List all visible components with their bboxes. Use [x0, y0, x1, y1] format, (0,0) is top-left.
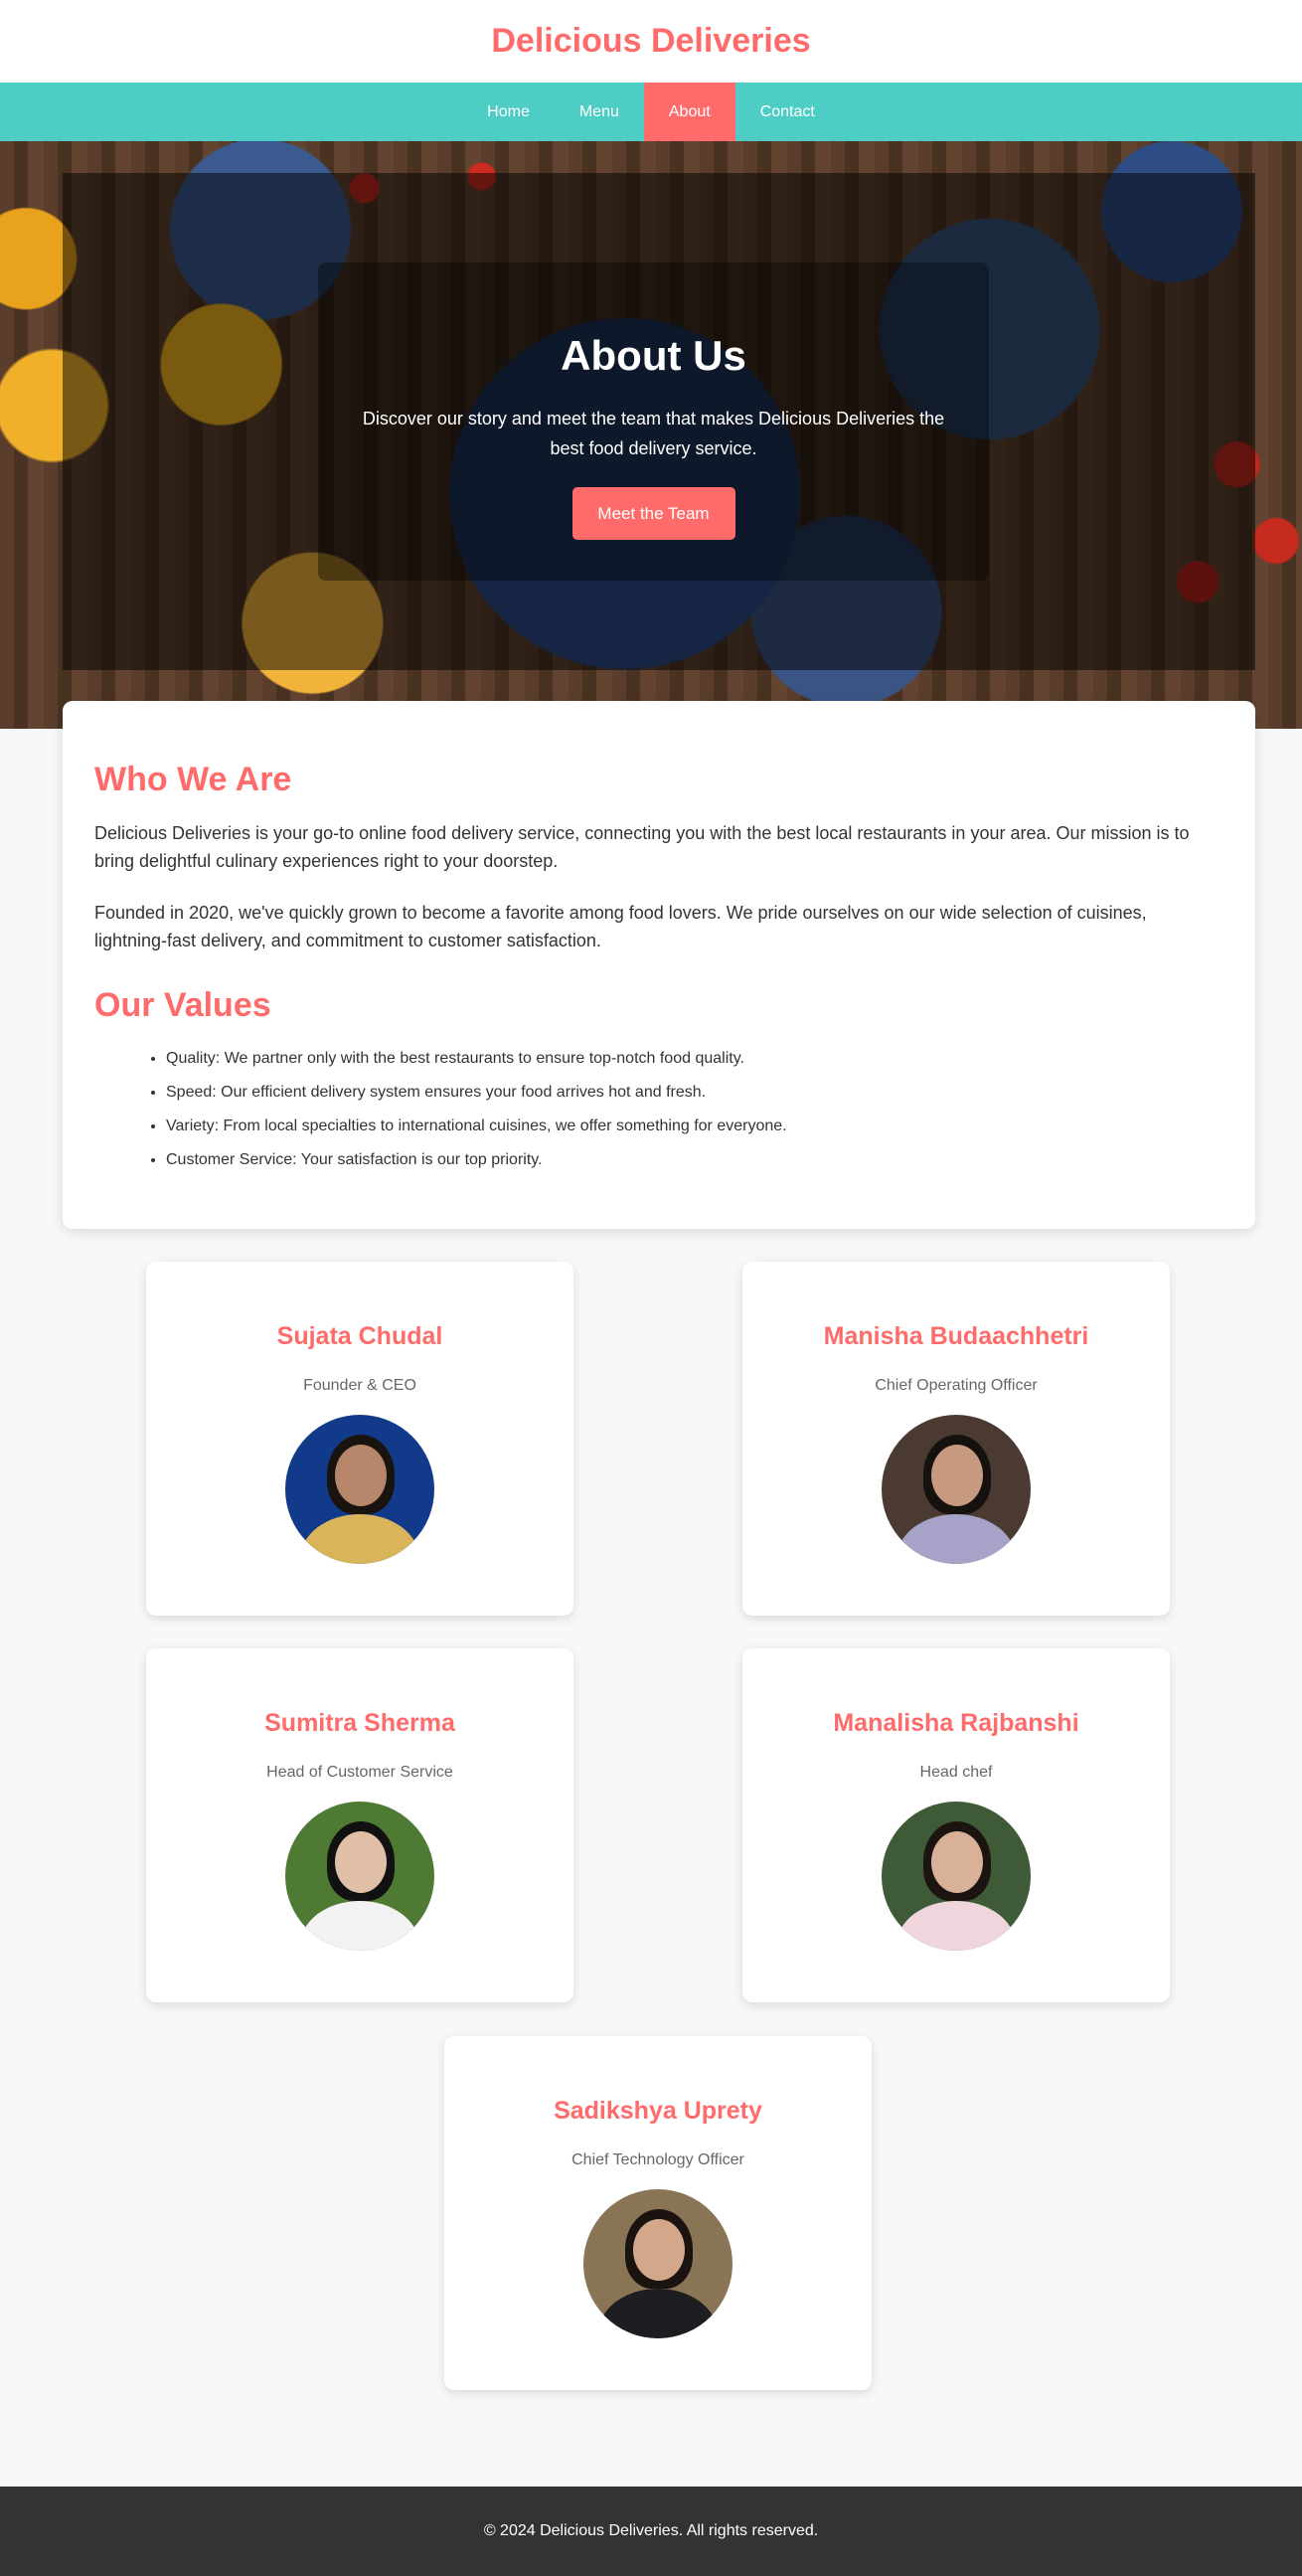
- member-name: Manalisha Rajbanshi: [833, 1709, 1079, 1737]
- footer-copyright: © 2024 Delicious Deliveries. All rights …: [483, 2522, 819, 2539]
- list-item: Variety: From local specialties to inter…: [166, 1116, 1223, 1136]
- member-role: Chief Operating Officer: [875, 1377, 1038, 1394]
- site-header: Delicious Deliveries: [0, 0, 1302, 83]
- nav-about[interactable]: About: [643, 83, 735, 141]
- nav-home[interactable]: Home: [462, 83, 555, 141]
- member-role: Head of Customer Service: [266, 1764, 453, 1781]
- team-card: Sujata Chudal Founder & CEO: [146, 1262, 573, 1616]
- team-card: Sadikshya Uprety Chief Technology Office…: [444, 2036, 872, 2390]
- member-name: Sadikshya Uprety: [554, 2097, 762, 2125]
- nav-menu[interactable]: Menu: [555, 83, 644, 141]
- team-card: Manalisha Rajbanshi Head chef: [742, 1648, 1170, 2002]
- nav-contact[interactable]: Contact: [735, 83, 840, 141]
- avatar: [285, 1415, 434, 1564]
- member-role: Founder & CEO: [303, 1377, 416, 1394]
- team-card: Manisha Budaachhetri Chief Operating Off…: [742, 1262, 1170, 1616]
- avatar: [882, 1802, 1031, 1951]
- about-card: Who We Are Delicious Deliveries is your …: [63, 701, 1255, 1229]
- member-name: Sujata Chudal: [276, 1322, 443, 1350]
- member-name: Manisha Budaachhetri: [823, 1322, 1089, 1350]
- site-title: Delicious Deliveries: [491, 22, 811, 60]
- member-name: Sumitra Sherma: [264, 1709, 455, 1737]
- avatar: [882, 1415, 1031, 1564]
- hero-content: About Us Discover our story and meet the…: [318, 262, 989, 581]
- who-we-are-heading: Who We Are: [94, 761, 292, 798]
- site-footer: © 2024 Delicious Deliveries. All rights …: [0, 2487, 1302, 2576]
- member-role: Head chef: [919, 1764, 993, 1781]
- hero-title: About Us: [561, 332, 746, 379]
- member-role: Chief Technology Officer: [571, 2151, 744, 2168]
- list-item: Customer Service: Your satisfaction is o…: [166, 1150, 1223, 1170]
- list-item: Speed: Our efficient delivery system ens…: [166, 1083, 1223, 1103]
- team-card: Sumitra Sherma Head of Customer Service: [146, 1648, 573, 2002]
- about-paragraph: Delicious Deliveries is your go-to onlin…: [94, 823, 1190, 871]
- avatar: [285, 1802, 434, 1951]
- our-values-heading: Our Values: [94, 986, 271, 1024]
- list-item: Quality: We partner only with the best r…: [166, 1049, 1223, 1069]
- values-list: Quality: We partner only with the best r…: [94, 1049, 1223, 1170]
- meet-the-team-button[interactable]: Meet the Team: [571, 487, 735, 540]
- hero-banner: About Us Discover our story and meet the…: [0, 141, 1302, 729]
- main-nav: Home Menu About Contact: [0, 83, 1302, 141]
- avatar: [583, 2189, 732, 2338]
- hero-text: Discover our story and meet the team tha…: [362, 409, 945, 458]
- about-paragraph: Founded in 2020, we've quickly grown to …: [94, 903, 1147, 950]
